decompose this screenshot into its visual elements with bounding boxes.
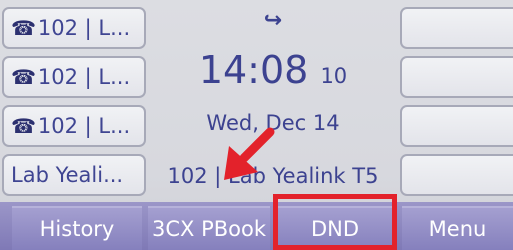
annotation-arrow-icon (224, 127, 275, 180)
